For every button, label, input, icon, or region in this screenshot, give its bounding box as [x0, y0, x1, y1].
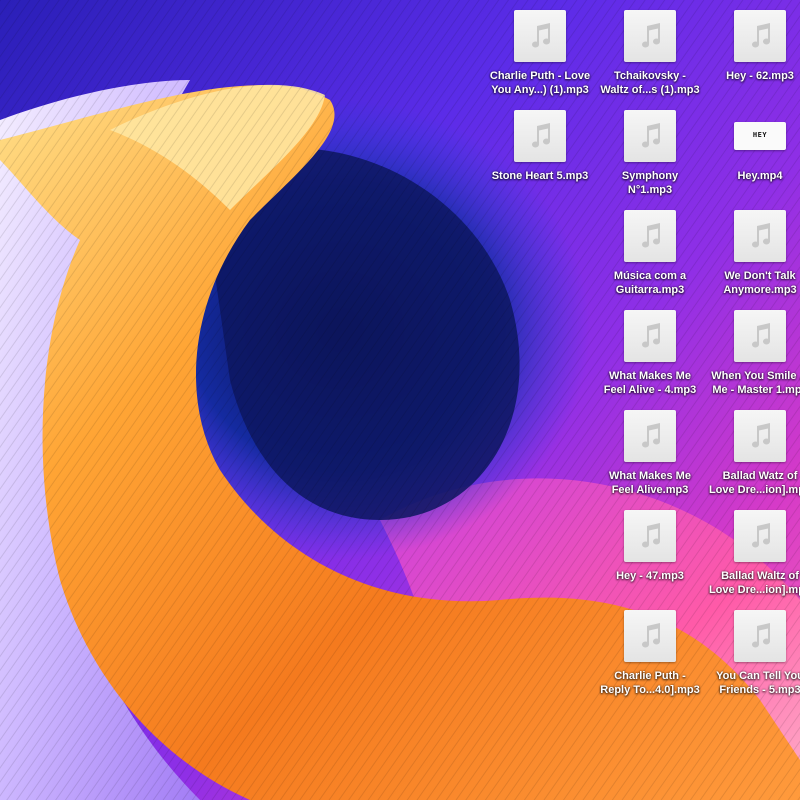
file-label: Hey - 62.mp3	[726, 70, 794, 82]
music-note-icon	[514, 110, 566, 162]
file-label: You Can Tell You Friends - 5.mp3	[716, 670, 800, 696]
file-label: Ballad Waltz of Love Dre...ion].mp3	[708, 570, 800, 596]
music-note-icon	[624, 410, 676, 462]
video-thumbnail-icon: HEY	[734, 122, 786, 150]
file-icon-hey-62[interactable]: Hey - 62.mp3	[705, 0, 800, 96]
music-note-icon	[624, 210, 676, 262]
music-note-icon	[734, 10, 786, 62]
file-label: Symphony N°1.mp3	[621, 170, 679, 196]
music-note-icon	[734, 610, 786, 662]
video-thumbnail-text: HEY	[752, 131, 768, 139]
file-icon-what-makes-me-feel-alive-4[interactable]: What Makes Me Feel Alive - 4.mp3	[595, 300, 705, 396]
file-icon-charlie-puth-love-you-any[interactable]: Charlie Puth - Love You Any...) (1).mp3	[485, 0, 595, 96]
file-label: Ballad Watz of Love Dre...ion].mp3	[708, 470, 800, 496]
file-icon-you-can-tell-you-friends[interactable]: You Can Tell You Friends - 5.mp3	[705, 600, 800, 696]
music-note-icon	[624, 310, 676, 362]
file-label: Hey.mp4	[737, 170, 783, 182]
file-icon-we-dont-talk-anymore[interactable]: We Don't Talk Anymore.mp3	[705, 200, 800, 296]
file-icon-stone-heart-5[interactable]: Stone Heart 5.mp3	[485, 100, 595, 196]
file-icon-ballad-watz-of-love[interactable]: Ballad Watz of Love Dre...ion].mp3	[705, 400, 800, 496]
file-label: When You Smile ... Me - Master 1.mp3	[711, 370, 800, 396]
music-note-icon	[514, 10, 566, 62]
file-icon-ballad-waltz-of-love[interactable]: Ballad Waltz of Love Dre...ion].mp3	[705, 500, 800, 596]
music-note-icon	[734, 310, 786, 362]
music-note-icon	[624, 10, 676, 62]
file-icon-tchaikovsky-waltz[interactable]: Tchaikovsky - Waltz of...s (1).mp3	[595, 0, 705, 96]
file-label: What Makes Me Feel Alive.mp3	[609, 470, 691, 496]
file-label: Música com a Guitarra.mp3	[613, 270, 687, 296]
file-label: Stone Heart 5.mp3	[491, 170, 589, 182]
file-label: Hey - 47.mp3	[616, 570, 684, 582]
file-icon-what-makes-me-feel-alive[interactable]: What Makes Me Feel Alive.mp3	[595, 400, 705, 496]
file-label: What Makes Me Feel Alive - 4.mp3	[603, 370, 697, 396]
file-icon-hey-mp4[interactable]: HEY Hey.mp4	[705, 100, 800, 196]
music-note-icon	[624, 110, 676, 162]
music-note-icon	[734, 510, 786, 562]
file-icon-musica-com-a-guitarra[interactable]: Música com a Guitarra.mp3	[595, 200, 705, 296]
music-note-icon	[624, 510, 676, 562]
file-label: We Don't Talk Anymore.mp3	[723, 270, 797, 296]
file-icon-when-you-smile[interactable]: When You Smile ... Me - Master 1.mp3	[705, 300, 800, 396]
file-icon-charlie-puth-reply-to[interactable]: Charlie Puth - Reply To...4.0].mp3	[595, 600, 705, 696]
file-label: Tchaikovsky - Waltz of...s (1).mp3	[600, 70, 700, 96]
file-label: Charlie Puth - Reply To...4.0].mp3	[600, 670, 700, 696]
desktop-icon-grid: Charlie Puth - Love You Any...) (1).mp3 …	[0, 0, 800, 800]
file-icon-hey-47[interactable]: Hey - 47.mp3	[595, 500, 705, 596]
music-note-icon	[734, 210, 786, 262]
music-note-icon	[624, 610, 676, 662]
music-note-icon	[734, 410, 786, 462]
file-label: Charlie Puth - Love You Any...) (1).mp3	[489, 70, 591, 96]
file-icon-symphony-n1[interactable]: Symphony N°1.mp3	[595, 100, 705, 196]
